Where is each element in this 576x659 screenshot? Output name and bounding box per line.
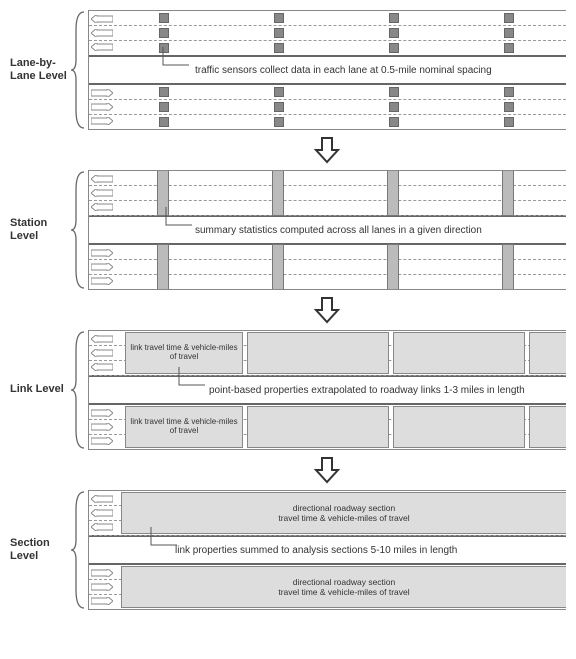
sensor-icon bbox=[504, 28, 514, 38]
sensor-icon bbox=[389, 28, 399, 38]
section-block: directional roadway section travel time … bbox=[121, 566, 566, 608]
sensor-icon bbox=[504, 102, 514, 112]
lane bbox=[89, 100, 566, 115]
station-bar bbox=[272, 170, 284, 216]
sensor-icon bbox=[159, 28, 169, 38]
link-block bbox=[247, 406, 389, 448]
callout-line-icon bbox=[177, 367, 207, 393]
lane bbox=[89, 26, 566, 41]
lane-panel: traffic sensors collect data in each lan… bbox=[88, 10, 566, 130]
brace-icon bbox=[70, 490, 88, 610]
sensor-icon bbox=[389, 117, 399, 127]
lane bbox=[89, 115, 566, 129]
section-level-row: Section Level directional roadway sectio… bbox=[10, 490, 566, 610]
section-caption: link properties summed to analysis secti… bbox=[175, 545, 457, 556]
flow-arrow-icon bbox=[88, 136, 566, 164]
section-block: directional roadway section travel time … bbox=[121, 492, 566, 534]
sensor-icon bbox=[274, 117, 284, 127]
link-block bbox=[393, 406, 525, 448]
link-panel: link travel time & vehicle-miles of trav… bbox=[88, 330, 566, 450]
section-level-label: Section Level bbox=[10, 537, 70, 563]
median: summary statistics computed across all l… bbox=[89, 216, 566, 244]
link-block: link travel time & vehicle-miles of trav… bbox=[125, 406, 243, 448]
lane bbox=[89, 11, 566, 26]
lane-level-row: Lane-by-Lane Level traffic sensors colle… bbox=[10, 10, 566, 130]
section-block-title: directional roadway section bbox=[293, 503, 396, 513]
lane bbox=[89, 85, 566, 100]
sensor-icon bbox=[159, 13, 169, 23]
station-panel: summary statistics computed across all l… bbox=[88, 170, 566, 290]
link-block bbox=[529, 406, 566, 448]
station-caption: summary statistics computed across all l… bbox=[195, 225, 482, 236]
sensor-icon bbox=[504, 13, 514, 23]
sensor-icon bbox=[159, 102, 169, 112]
sensor-icon bbox=[504, 43, 514, 53]
callout-line-icon bbox=[161, 47, 191, 73]
link-caption: point-based properties extrapolated to r… bbox=[209, 385, 525, 396]
sensor-icon bbox=[389, 87, 399, 97]
brace-icon bbox=[70, 330, 88, 450]
section-block-sub: travel time & vehicle-miles of travel bbox=[278, 587, 409, 597]
section-panel: directional roadway section travel time … bbox=[88, 490, 566, 610]
flow-arrow-icon bbox=[88, 296, 566, 324]
station-level-row: Station Level summary statistics compute… bbox=[10, 170, 566, 290]
callout-line-icon bbox=[149, 527, 179, 553]
sensor-icon bbox=[159, 117, 169, 127]
median: point-based properties extrapolated to r… bbox=[89, 376, 566, 404]
link-level-row: Link Level link travel time & vehicle-mi… bbox=[10, 330, 566, 450]
link-block bbox=[393, 332, 525, 374]
sensor-icon bbox=[504, 87, 514, 97]
station-bar bbox=[157, 244, 169, 290]
callout-line-icon bbox=[164, 207, 194, 233]
sensor-icon bbox=[389, 102, 399, 112]
sensor-icon bbox=[504, 117, 514, 127]
brace-icon bbox=[70, 10, 88, 130]
lane-caption: traffic sensors collect data in each lan… bbox=[195, 65, 492, 76]
station-bar bbox=[272, 244, 284, 290]
section-block-sub: travel time & vehicle-miles of travel bbox=[278, 513, 409, 523]
sensor-icon bbox=[274, 87, 284, 97]
sensor-icon bbox=[274, 13, 284, 23]
sensor-icon bbox=[274, 28, 284, 38]
median: traffic sensors collect data in each lan… bbox=[89, 56, 566, 84]
station-bar bbox=[387, 170, 399, 216]
station-bar bbox=[502, 244, 514, 290]
lane-level-label: Lane-by-Lane Level bbox=[10, 57, 70, 83]
section-block-title: directional roadway section bbox=[293, 577, 396, 587]
station-bar bbox=[502, 170, 514, 216]
station-bar bbox=[387, 244, 399, 290]
flow-arrow-icon bbox=[88, 456, 566, 484]
sensor-icon bbox=[274, 43, 284, 53]
link-block bbox=[529, 332, 566, 374]
brace-icon bbox=[70, 170, 88, 290]
link-block bbox=[247, 332, 389, 374]
link-level-label: Link Level bbox=[10, 383, 70, 396]
sensor-icon bbox=[389, 43, 399, 53]
station-level-label: Station Level bbox=[10, 217, 70, 243]
median: link properties summed to analysis secti… bbox=[89, 536, 566, 564]
sensor-icon bbox=[389, 13, 399, 23]
sensor-icon bbox=[274, 102, 284, 112]
sensor-icon bbox=[159, 87, 169, 97]
